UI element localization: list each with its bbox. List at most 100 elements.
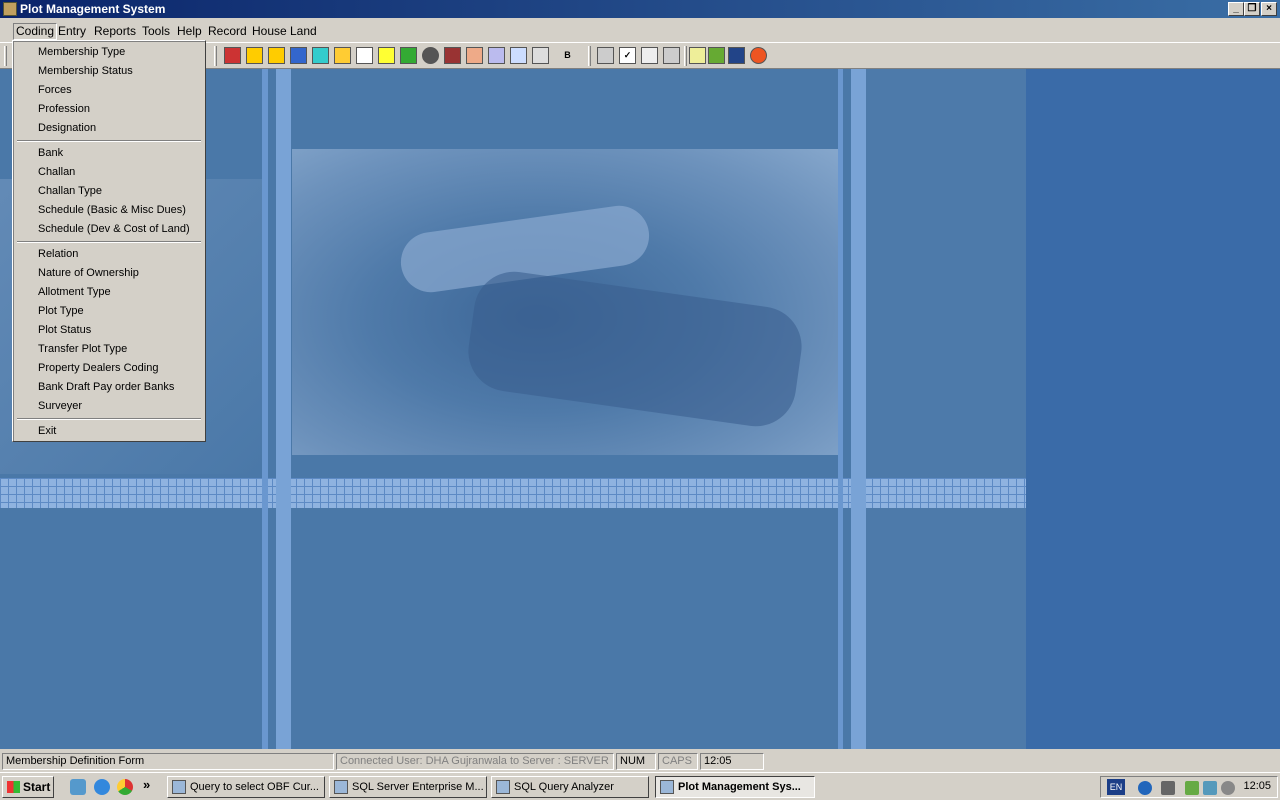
status-time: 12:05	[700, 753, 764, 770]
menu-house[interactable]: House	[249, 23, 290, 40]
form-icon[interactable]	[290, 47, 307, 64]
task-plot-management[interactable]: Plot Management Sys...	[655, 776, 815, 798]
query-icon	[496, 780, 510, 794]
task-label: SQL Server Enterprise M...	[352, 781, 484, 793]
app-icon[interactable]	[3, 2, 17, 16]
menu-separator	[17, 241, 201, 243]
task-sql-enterprise[interactable]: SQL Server Enterprise M...	[329, 776, 487, 798]
map-icon[interactable]	[708, 47, 725, 64]
bg-panel-right	[866, 69, 1026, 749]
bg-stripe	[262, 69, 268, 749]
sheet-icon[interactable]	[510, 47, 527, 64]
toolbar-grip[interactable]	[588, 46, 591, 66]
menu-coding[interactable]: Coding	[13, 23, 58, 40]
menu-item-schedule-basic[interactable]: Schedule (Basic & Misc Dues)	[14, 201, 204, 220]
b-button[interactable]: B	[559, 47, 576, 64]
refresh-icon[interactable]	[312, 47, 329, 64]
status-num: NUM	[616, 753, 656, 770]
menu-item-relation[interactable]: Relation	[14, 245, 204, 264]
globe-icon[interactable]	[422, 47, 439, 64]
ks-icon[interactable]	[400, 47, 417, 64]
status-bar: Membership Definition Form Connected Use…	[0, 751, 1280, 771]
toolbar-grip[interactable]	[684, 46, 687, 66]
toolbar-grip[interactable]	[214, 46, 217, 66]
exit-icon[interactable]	[750, 47, 767, 64]
minimize-icon[interactable]: _	[1228, 2, 1244, 16]
menu-item-forces[interactable]: Forces	[14, 81, 204, 100]
start-button[interactable]: Start	[2, 776, 54, 798]
menu-separator	[17, 418, 201, 420]
taskbar: Start » Query to select OBF Cur... SQL S…	[0, 772, 1280, 800]
menu-item-nature-of-ownership[interactable]: Nature of Ownership	[14, 264, 204, 283]
menu-item-designation[interactable]: Designation	[14, 119, 204, 138]
bg-stripe	[851, 69, 866, 749]
menu-item-surveyer[interactable]: Surveyer	[14, 397, 204, 416]
clock[interactable]: 12:05	[1243, 780, 1271, 792]
task-query-obf[interactable]: Query to select OBF Cur...	[167, 776, 325, 798]
network-icon[interactable]	[1203, 781, 1217, 795]
report-icon[interactable]	[334, 47, 351, 64]
menu-record[interactable]: Record	[205, 23, 250, 40]
menu-item-plot-status[interactable]: Plot Status	[14, 321, 204, 340]
close-icon[interactable]: ×	[1261, 2, 1277, 16]
menu-item-challan-type[interactable]: Challan Type	[14, 182, 204, 201]
menu-item-schedule-dev[interactable]: Schedule (Dev & Cost of Land)	[14, 220, 204, 239]
preview-icon[interactable]	[532, 47, 549, 64]
restore-icon[interactable]: ❐	[1244, 2, 1260, 16]
menu-item-bank-draft[interactable]: Bank Draft Pay order Banks	[14, 378, 204, 397]
menu-item-membership-type[interactable]: Membership Type	[14, 43, 204, 62]
network-icon[interactable]	[1185, 781, 1199, 795]
network-icon[interactable]	[728, 47, 745, 64]
help-icon[interactable]	[1138, 781, 1152, 795]
volume-icon[interactable]	[1161, 781, 1175, 795]
task-sql-analyzer[interactable]: SQL Query Analyzer	[491, 776, 649, 798]
bg-stripe	[276, 69, 291, 749]
menu-item-profession[interactable]: Profession	[14, 100, 204, 119]
start-label: Start	[23, 780, 51, 794]
toolbar-grip[interactable]	[4, 46, 7, 66]
chart-icon[interactable]	[663, 47, 680, 64]
menu-item-exit[interactable]: Exit	[14, 422, 204, 441]
status-connection: Connected User: DHA Gujranwala to Server…	[336, 753, 614, 770]
desktop-icon[interactable]	[70, 779, 86, 795]
task-label: SQL Query Analyzer	[514, 781, 614, 793]
quicklaunch-overflow[interactable]: »	[143, 777, 150, 792]
house-icon[interactable]	[224, 47, 241, 64]
menu-help[interactable]: Help	[174, 23, 205, 40]
stop-icon[interactable]	[444, 47, 461, 64]
entry-icon[interactable]	[268, 47, 285, 64]
ri-icon[interactable]	[378, 47, 395, 64]
menu-item-plot-type[interactable]: Plot Type	[14, 302, 204, 321]
star-icon[interactable]	[689, 47, 706, 64]
edit-icon[interactable]	[246, 47, 263, 64]
menu-item-bank[interactable]: Bank	[14, 144, 204, 163]
security-icon[interactable]	[1221, 781, 1235, 795]
handshake-icon[interactable]	[597, 47, 614, 64]
app-icon	[660, 780, 674, 794]
document-icon[interactable]	[641, 47, 658, 64]
grid-icon[interactable]	[466, 47, 483, 64]
menu-item-challan[interactable]: Challan	[14, 163, 204, 182]
menu-reports[interactable]: Reports	[91, 23, 139, 40]
menu-item-allotment-type[interactable]: Allotment Type	[14, 283, 204, 302]
ie-icon[interactable]	[94, 779, 110, 795]
status-caps: CAPS	[658, 753, 698, 770]
menu-land[interactable]: Land	[287, 23, 320, 40]
check-icon[interactable]: ✓	[619, 47, 636, 64]
database-icon	[334, 780, 348, 794]
menu-item-transfer-plot-type[interactable]: Transfer Plot Type	[14, 340, 204, 359]
language-indicator[interactable]: EN	[1107, 779, 1125, 795]
menu-tools[interactable]: Tools	[139, 23, 173, 40]
menu-item-property-dealers[interactable]: Property Dealers Coding	[14, 359, 204, 378]
chrome-icon[interactable]	[117, 779, 133, 795]
system-tray: EN 12:05	[1100, 776, 1278, 798]
coding-dropdown-menu: Membership Type Membership Status Forces…	[12, 40, 206, 442]
menu-separator	[17, 140, 201, 142]
record-icon[interactable]	[356, 47, 373, 64]
menu-item-membership-status[interactable]: Membership Status	[14, 62, 204, 81]
list-icon[interactable]	[488, 47, 505, 64]
menu-bar: Coding Entry Reports Tools Help Record H…	[0, 20, 1280, 42]
task-label: Plot Management Sys...	[678, 781, 801, 793]
windows-flag-icon	[7, 781, 20, 793]
menu-entry[interactable]: Entry	[55, 23, 89, 40]
